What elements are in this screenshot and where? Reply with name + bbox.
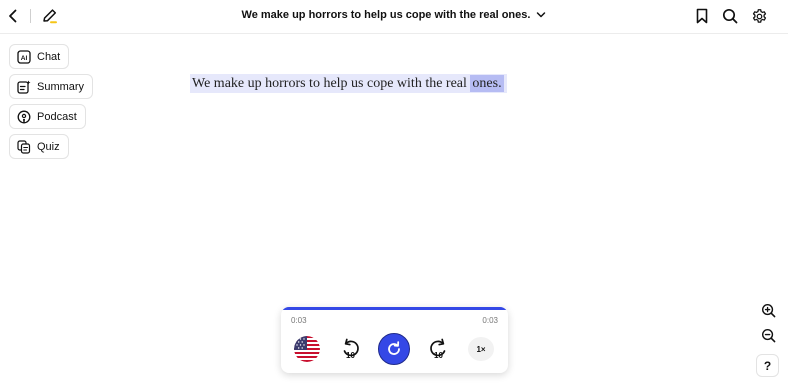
reading-text: We make up horrors to help us cope with …	[190, 74, 507, 93]
svg-text:AI: AI	[21, 54, 28, 61]
zoom-out-icon	[761, 328, 775, 342]
chevron-down-icon	[537, 12, 546, 18]
audio-player: 0:03 0:03 10 10 1×	[281, 307, 508, 373]
summary-label: Summary	[37, 80, 85, 93]
playback-speed-button[interactable]: 1×	[468, 337, 494, 361]
progress-bar[interactable]	[281, 307, 508, 310]
zoom-in-icon	[761, 303, 775, 317]
bookmark-button[interactable]	[693, 7, 711, 25]
rewind-button[interactable]: 10	[339, 337, 363, 361]
search-icon	[722, 8, 738, 24]
zoom-in-button[interactable]	[758, 300, 778, 320]
chat-label: Chat	[37, 50, 61, 63]
help-button[interactable]: ?	[756, 354, 779, 377]
progress-fill	[281, 307, 508, 310]
replay-icon	[388, 341, 400, 355]
quiz-icon	[17, 139, 31, 154]
quiz-label: Quiz	[37, 140, 60, 153]
chat-button[interactable]: AI Chat	[9, 44, 70, 69]
active-word: ones.	[470, 75, 504, 92]
rewind-seconds: 10	[346, 351, 355, 360]
total-time: 0:03	[482, 316, 498, 325]
zoom-out-button[interactable]	[758, 325, 778, 345]
rewind-10-icon: 10	[343, 338, 359, 360]
forward-10-icon: 10	[430, 338, 446, 360]
forward-button[interactable]: 10	[426, 337, 450, 361]
sentence-text: We make up horrors to help us cope with …	[192, 76, 471, 91]
podcast-icon	[17, 110, 31, 123]
podcast-button[interactable]: Podcast	[9, 104, 86, 129]
summary-icon	[17, 80, 31, 94]
ai-icon: AI	[17, 49, 31, 64]
play-replay-button[interactable]	[378, 333, 410, 365]
quiz-button[interactable]: Quiz	[9, 134, 69, 159]
document-title-text: We make up horrors to help us cope with …	[241, 9, 531, 21]
summary-button[interactable]: Summary	[9, 74, 94, 99]
forward-seconds: 10	[434, 351, 443, 360]
gear-icon	[752, 8, 766, 23]
voice-selector-button[interactable]	[294, 336, 320, 362]
current-time: 0:03	[291, 316, 307, 325]
bookmark-icon	[696, 8, 708, 24]
search-button[interactable]	[721, 7, 739, 25]
podcast-label: Podcast	[37, 110, 77, 123]
us-flag-icon	[294, 336, 320, 362]
highlighted-sentence[interactable]: We make up horrors to help us cope with …	[190, 74, 507, 93]
document-title[interactable]: We make up horrors to help us cope with …	[0, 9, 788, 21]
top-bar: We make up horrors to help us cope with …	[0, 0, 788, 34]
settings-button[interactable]	[750, 7, 768, 25]
